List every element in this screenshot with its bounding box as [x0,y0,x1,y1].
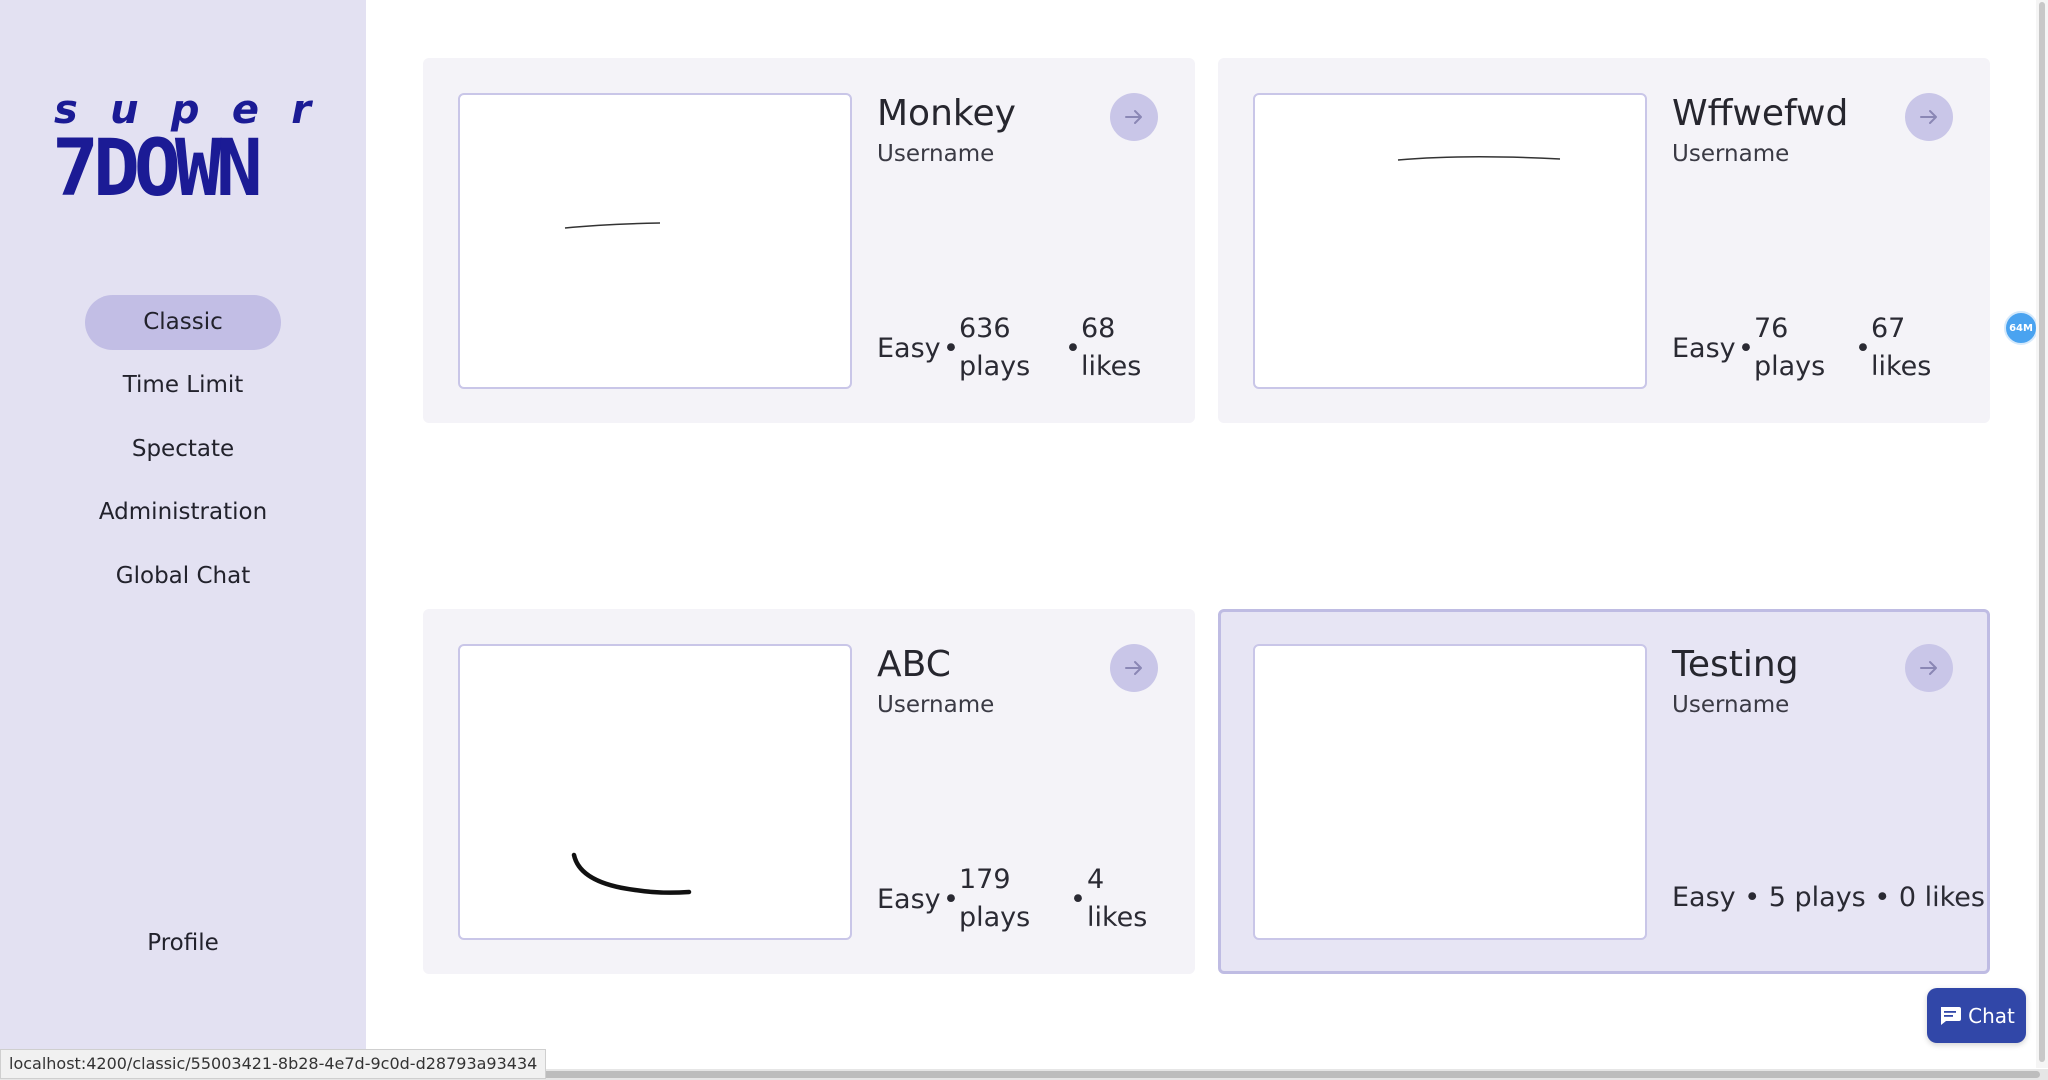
sidebar: s u p e r 7DOWN Classic Time Limit Spect… [0,0,366,1080]
separator-dot: • [943,884,959,915]
nav-item-label: Global Chat [115,563,251,589]
game-card-wffwefwd[interactable]: Wffwefwd Username Easy • 76 plays • 67 l… [1218,58,1990,423]
plays-count: 179 plays [959,864,1031,933]
drawing-thumbnail [458,93,852,389]
game-card-monkey[interactable]: Monkey Username Easy • 636 plays • 68 li… [423,58,1195,423]
plays-count: 76 plays [1754,313,1826,382]
game-username[interactable]: Username [877,690,994,720]
separator-dot: • [1738,333,1754,364]
nav-item-administration[interactable]: Administration [0,485,366,540]
likes-count: 4 likes [1087,864,1148,933]
open-game-button[interactable] [1905,93,1953,141]
vertical-scrollbar-thumb[interactable] [2039,2,2045,1062]
game-title: Wffwefwd [1672,93,1849,134]
game-username[interactable]: Username [1672,139,1789,169]
arrow-right-icon [1125,661,1142,675]
nav-item-time-limit[interactable]: Time Limit [0,358,366,413]
game-card-testing[interactable]: Testing Username Easy • 5 plays • 0 like… [1218,609,1990,974]
nav-item-classic[interactable]: Classic [0,295,366,350]
separator-dot: • [1065,333,1081,364]
separator-dot: • [1070,884,1086,915]
game-grid: Monkey Username Easy • 636 plays • 68 li… [366,0,2038,1080]
status-bar-url: localhost:4200/classic/55003421-8b28-4e7… [0,1049,547,1079]
game-title: Testing [1672,644,1799,685]
nav-item-spectate[interactable]: Spectate [0,422,366,477]
difficulty-label: Easy [1672,333,1736,364]
drawing-thumbnail [458,644,852,940]
drawing-thumbnail [1253,93,1647,389]
nav-item-label: Time Limit [122,372,244,398]
nav-item-label: Classic [143,309,223,335]
game-username[interactable]: Username [877,139,994,169]
game-card-abc[interactable]: ABC Username Easy • 179 plays • 4 likes [423,609,1195,974]
separator-dot: • [1855,333,1871,364]
drawing-stroke [1397,155,1561,161]
vertical-scrollbar[interactable] [2036,0,2048,1068]
logo-down-text: 7DOWN [52,124,263,214]
game-stats: Easy • 5 plays • 0 likes [1672,882,1985,913]
logo[interactable]: s u p e r 7DOWN [50,88,315,210]
likes-count: 67 likes [1871,313,1932,382]
chat-button-label: Chat [1968,1003,2015,1028]
chat-bubble-icon [1941,1006,1962,1025]
arrow-right-icon [1125,110,1142,124]
nav-item-label: Spectate [131,436,235,462]
memory-badge[interactable]: 64M [2004,311,2038,345]
difficulty-label: Easy [877,884,941,915]
likes-count: 68 likes [1081,313,1142,382]
open-game-button[interactable] [1110,93,1158,141]
drawing-stroke [564,222,661,229]
drawing-thumbnail [1253,644,1647,940]
separator-dot: • [943,333,959,364]
open-game-button[interactable] [1110,644,1158,692]
arrow-right-icon [1920,110,1937,124]
drawing-stroke [571,852,692,895]
game-title: Monkey [877,93,1016,134]
nav-item-profile[interactable]: Profile [0,916,366,971]
game-title: ABC [877,644,951,685]
nav-item-label: Profile [147,930,219,956]
game-username[interactable]: Username [1672,690,1789,720]
difficulty-label: Easy [877,333,941,364]
nav-item-label: Administration [98,499,268,525]
open-game-button[interactable] [1905,644,1953,692]
nav-item-global-chat[interactable]: Global Chat [0,549,366,604]
arrow-right-icon [1920,661,1937,675]
chat-button[interactable]: Chat [1927,988,2026,1043]
plays-count: 636 plays [959,313,1031,382]
